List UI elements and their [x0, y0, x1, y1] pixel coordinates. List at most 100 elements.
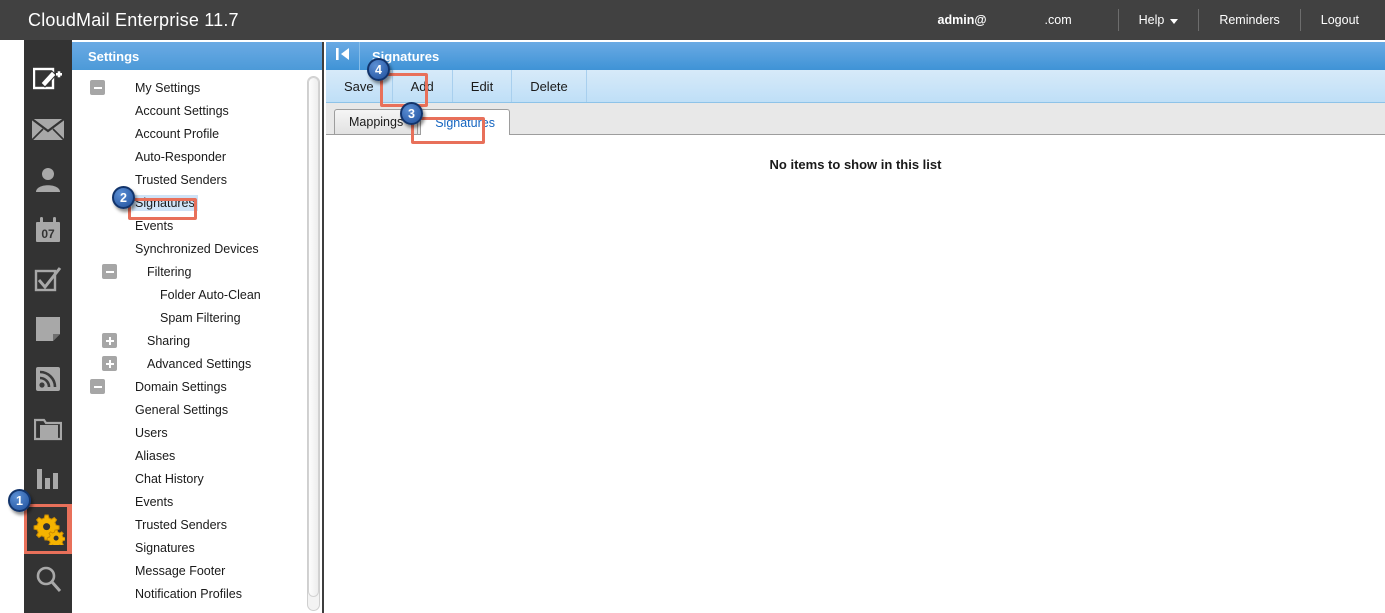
sidebar-item-sharing[interactable]: Sharing — [72, 329, 322, 352]
toolbar-add-button[interactable]: Add — [393, 70, 453, 102]
sidebar-item-trusted-senders[interactable]: Trusted Senders — [72, 513, 322, 536]
expand-icon[interactable] — [102, 356, 117, 371]
collapse-icon[interactable] — [90, 379, 105, 394]
settings-tree-scrollbar[interactable] — [307, 76, 320, 611]
help-menu-button[interactable]: Help — [1119, 13, 1199, 27]
sidebar-item-spam-filtering[interactable]: Spam Filtering — [72, 306, 322, 329]
sidebar-item-advanced-settings[interactable]: Advanced Settings — [72, 352, 322, 375]
tab-signatures[interactable]: Signatures — [420, 109, 510, 135]
sidebar-item-chat-history[interactable]: Chat History — [72, 467, 322, 490]
mail-icon — [31, 117, 65, 141]
sidebar-item-label: Account Profile — [135, 126, 220, 141]
toolbar-filler — [587, 70, 1385, 102]
sidebar-item-domain-settings[interactable]: Domain Settings — [72, 375, 322, 398]
collapse-panel-button[interactable] — [326, 42, 360, 70]
marker-badge-4: 4 — [367, 58, 390, 81]
folders-icon — [34, 417, 62, 441]
account-email-label: admin@ — [937, 13, 987, 27]
marker-badge-2: 2 — [112, 186, 135, 209]
tasks-icon — [34, 266, 62, 292]
content-title-bar: Signatures — [326, 42, 1385, 70]
notes-icon — [35, 316, 61, 342]
sidebar-item-filtering[interactable]: Filtering — [72, 260, 322, 283]
sidebar-item-label: Sharing — [147, 333, 191, 348]
search-icon — [34, 565, 62, 593]
settings-gear-icon-button[interactable] — [24, 504, 72, 554]
calendar-icon: 07 — [34, 216, 62, 243]
sidebar-item-label: Events — [135, 218, 174, 233]
account-domain-label: .com — [1044, 13, 1072, 27]
sidebar-item-label: Advanced Settings — [147, 356, 252, 371]
sidebar-item-label: Trusted Senders — [135, 517, 227, 532]
sidebar-item-label: General Settings — [135, 402, 229, 417]
reports-icon-button[interactable] — [24, 454, 72, 504]
reminders-button[interactable]: Reminders — [1199, 13, 1299, 27]
sidebar-item-notification-profiles[interactable]: Notification Profiles — [72, 582, 322, 605]
sidebar-item-label: Account Settings — [135, 103, 229, 118]
sidebar-item-label: Trusted Senders — [135, 172, 227, 187]
toolbar-edit-button[interactable]: Edit — [453, 70, 513, 102]
sidebar-item-message-footer[interactable]: Message Footer — [72, 559, 322, 582]
content-toolbar: Save Add Edit Delete — [326, 70, 1385, 103]
collapse-icon[interactable] — [90, 80, 105, 95]
application-window: CloudMail Enterprise 11.7 admin@ .com He… — [0, 0, 1385, 613]
sidebar-item-label: Spam Filtering — [160, 310, 241, 325]
compose-icon — [33, 66, 63, 92]
sidebar-item-label: Filtering — [147, 264, 192, 279]
top-header-bar: CloudMail Enterprise 11.7 admin@ .com He… — [0, 0, 1385, 40]
sidebar-item-label: Synchronized Devices — [135, 241, 259, 256]
settings-panel-title: Settings — [72, 42, 322, 70]
sidebar-item-events[interactable]: Events — [72, 214, 322, 237]
help-menu-label: Help — [1138, 13, 1165, 27]
sidebar-item-folder-auto-clean[interactable]: Folder Auto-Clean — [72, 283, 322, 306]
contacts-icon — [34, 166, 62, 192]
sidebar-item-aliases[interactable]: Aliases — [72, 444, 322, 467]
sidebar-item-trusted-senders[interactable]: Trusted Senders — [72, 168, 322, 191]
sidebar-item-label: Aliases — [135, 448, 176, 463]
chevron-down-icon — [1170, 18, 1179, 24]
app-brand-title: CloudMail Enterprise 11.7 — [28, 9, 239, 30]
empty-list-message: No items to show in this list — [769, 157, 942, 172]
collapse-left-icon — [334, 47, 352, 66]
tasks-icon-button[interactable] — [24, 254, 72, 304]
rss-icon — [35, 366, 61, 392]
sidebar-item-general-settings[interactable]: General Settings — [72, 398, 322, 421]
sidebar-item-synchronized-devices[interactable]: Synchronized Devices — [72, 237, 322, 260]
rss-icon-button[interactable] — [24, 354, 72, 404]
compose-icon-button[interactable] — [24, 54, 72, 104]
reports-icon — [35, 467, 61, 491]
folders-icon-button[interactable] — [24, 404, 72, 454]
contacts-icon-button[interactable] — [24, 154, 72, 204]
search-icon-button[interactable] — [24, 554, 72, 604]
content-body: No items to show in this list — [326, 135, 1385, 612]
logout-button[interactable]: Logout — [1301, 13, 1379, 27]
sidebar-item-label: My Settings — [135, 80, 201, 95]
sidebar-item-users[interactable]: Users — [72, 421, 322, 444]
sidebar-item-label: Chat History — [135, 471, 204, 486]
sidebar-item-account-profile[interactable]: Account Profile — [72, 122, 322, 145]
mail-icon-button[interactable] — [24, 104, 72, 154]
top-navigation: admin@ .com Help Reminders Logout — [926, 0, 1385, 40]
settings-panel: Settings My Settings Account Settings Acco… — [72, 42, 324, 613]
sidebar-item-account-settings[interactable]: Account Settings — [72, 99, 322, 122]
calendar-icon-button[interactable]: 07 — [24, 204, 72, 254]
main-content-panel: Signatures Save Add Edit Delete Mappings… — [326, 42, 1385, 613]
left-icon-rail: 07 — [24, 40, 72, 613]
sidebar-item-label: Signatures — [135, 540, 195, 555]
sidebar-item-label: Users — [135, 425, 168, 440]
sidebar-item-signatures[interactable]: Signatures — [72, 191, 322, 214]
collapse-icon[interactable] — [102, 264, 117, 279]
notes-icon-button[interactable] — [24, 304, 72, 354]
sidebar-item-signatures[interactable]: Signatures — [72, 536, 322, 559]
marker-badge-3: 3 — [400, 102, 423, 125]
marker-badge-1: 1 — [8, 489, 31, 512]
settings-tree: My Settings Account Settings Account Profi… — [72, 70, 322, 613]
sidebar-item-label: Events — [135, 494, 174, 509]
sidebar-item-label: Domain Settings — [135, 379, 227, 394]
toolbar-delete-button[interactable]: Delete — [512, 70, 587, 102]
expand-icon[interactable] — [102, 333, 117, 348]
settings-tree-scroll-thumb[interactable] — [308, 77, 319, 597]
sidebar-item-auto-responder[interactable]: Auto-Responder — [72, 145, 322, 168]
sidebar-item-events[interactable]: Events — [72, 490, 322, 513]
sidebar-item-my-settings[interactable]: My Settings — [72, 76, 322, 99]
